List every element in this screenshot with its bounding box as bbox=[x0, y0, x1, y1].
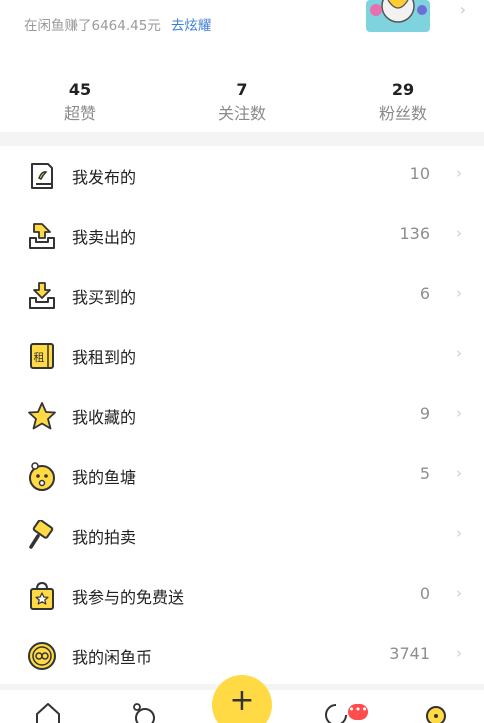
menu-item-label: 我的闲鱼币 bbox=[72, 648, 153, 667]
chevron-right-icon: › bbox=[456, 284, 462, 302]
menu-item-count: 10 bbox=[409, 164, 430, 183]
plus-icon: + bbox=[229, 683, 255, 718]
earnings-text: 在闲鱼赚了6464.45元 bbox=[24, 18, 161, 34]
menu-item-bought[interactable]: 我买到的 6 › bbox=[0, 266, 484, 326]
stat-following[interactable]: 7 关注数 bbox=[182, 78, 302, 126]
stat-likes[interactable]: 45 超赞 bbox=[20, 78, 140, 126]
menu-item-label: 我发布的 bbox=[72, 168, 137, 187]
menu-item-count: 9 bbox=[419, 404, 430, 423]
message-badge-dots: ••• bbox=[348, 703, 368, 716]
menu-item-free-giveaway[interactable]: 我参与的免费送 0 › bbox=[0, 566, 484, 626]
post-button[interactable]: + bbox=[212, 675, 272, 723]
menu-item-label: 我参与的免费送 bbox=[72, 588, 185, 607]
stat-followers[interactable]: 29 粉丝数 bbox=[343, 78, 463, 126]
free-gift-bag-icon bbox=[30, 581, 54, 610]
chevron-right-icon: › bbox=[456, 644, 462, 662]
chevron-right-icon: › bbox=[456, 344, 462, 362]
menu-item-rented[interactable]: 租 我租到的 › bbox=[0, 326, 484, 386]
menu-item-fish-pond[interactable]: 我的鱼塘 5 › bbox=[0, 446, 484, 506]
menu-item-published[interactable]: 我发布的 10 › bbox=[0, 146, 484, 206]
stats-row: 45 超赞 7 关注数 29 粉丝数 bbox=[0, 78, 484, 128]
stat-value: 45 bbox=[68, 80, 92, 99]
menu-item-count: 6 bbox=[419, 284, 430, 303]
menu-item-label: 我买到的 bbox=[72, 288, 137, 307]
stat-label: 超赞 bbox=[63, 104, 96, 123]
chevron-right-icon: › bbox=[456, 584, 462, 602]
bought-download-icon bbox=[29, 282, 55, 309]
sold-upload-icon bbox=[29, 223, 55, 249]
star-icon bbox=[28, 402, 56, 430]
chevron-right-icon: › bbox=[456, 464, 462, 482]
menu-item-auction[interactable]: 我的拍卖 › bbox=[0, 506, 484, 566]
published-doc-icon bbox=[31, 163, 53, 189]
rent-tag-icon: 租 bbox=[30, 343, 54, 369]
menu-item-label: 我的鱼塘 bbox=[72, 468, 137, 487]
menu-item-label: 我的拍卖 bbox=[72, 528, 137, 547]
fish-pond-tab-icon[interactable] bbox=[130, 702, 158, 723]
svg-text:租: 租 bbox=[34, 351, 45, 364]
stat-label: 粉丝数 bbox=[378, 104, 427, 123]
menu-list: 我发布的 10 › 我卖出的 136 › 我买到的 6 › 租 我租到的 › 我… bbox=[0, 146, 484, 684]
chevron-right-icon: › bbox=[456, 164, 462, 182]
profile-header: 在闲鱼赚了6464.45元 去炫耀 › 45 超赞 7 关注数 29 粉丝数 bbox=[0, 0, 484, 132]
menu-item-favorites[interactable]: 我收藏的 9 › bbox=[0, 386, 484, 446]
profile-tab-icon[interactable] bbox=[422, 702, 450, 723]
menu-item-count: 5 bbox=[419, 464, 430, 483]
menu-item-label: 我收藏的 bbox=[72, 408, 137, 427]
stat-value: 7 bbox=[236, 80, 248, 99]
menu-item-label: 我租到的 bbox=[72, 348, 137, 367]
menu-item-sold[interactable]: 我卖出的 136 › bbox=[0, 206, 484, 266]
show-off-link[interactable]: 去炫耀 bbox=[171, 18, 212, 34]
chevron-right-icon: › bbox=[456, 524, 462, 542]
earnings-line: 在闲鱼赚了6464.45元 去炫耀 bbox=[24, 14, 211, 34]
menu-item-count: 3741 bbox=[389, 644, 430, 663]
chevron-right-icon: › bbox=[456, 224, 462, 242]
stat-label: 关注数 bbox=[217, 104, 266, 123]
auction-hammer-icon bbox=[29, 520, 54, 549]
chevron-right-icon[interactable]: › bbox=[460, 0, 466, 19]
home-icon[interactable] bbox=[34, 702, 62, 723]
fish-pond-icon bbox=[29, 462, 55, 491]
menu-item-count: 0 bbox=[419, 584, 430, 603]
mascot-illustration bbox=[366, 0, 430, 32]
message-icon[interactable] bbox=[322, 702, 350, 723]
fish-coin-icon bbox=[28, 642, 56, 670]
menu-item-label: 我卖出的 bbox=[72, 228, 137, 247]
stat-value: 29 bbox=[391, 80, 415, 99]
message-badge: ••• bbox=[348, 704, 368, 720]
menu-item-count: 136 bbox=[399, 224, 430, 243]
chevron-right-icon: › bbox=[456, 404, 462, 422]
